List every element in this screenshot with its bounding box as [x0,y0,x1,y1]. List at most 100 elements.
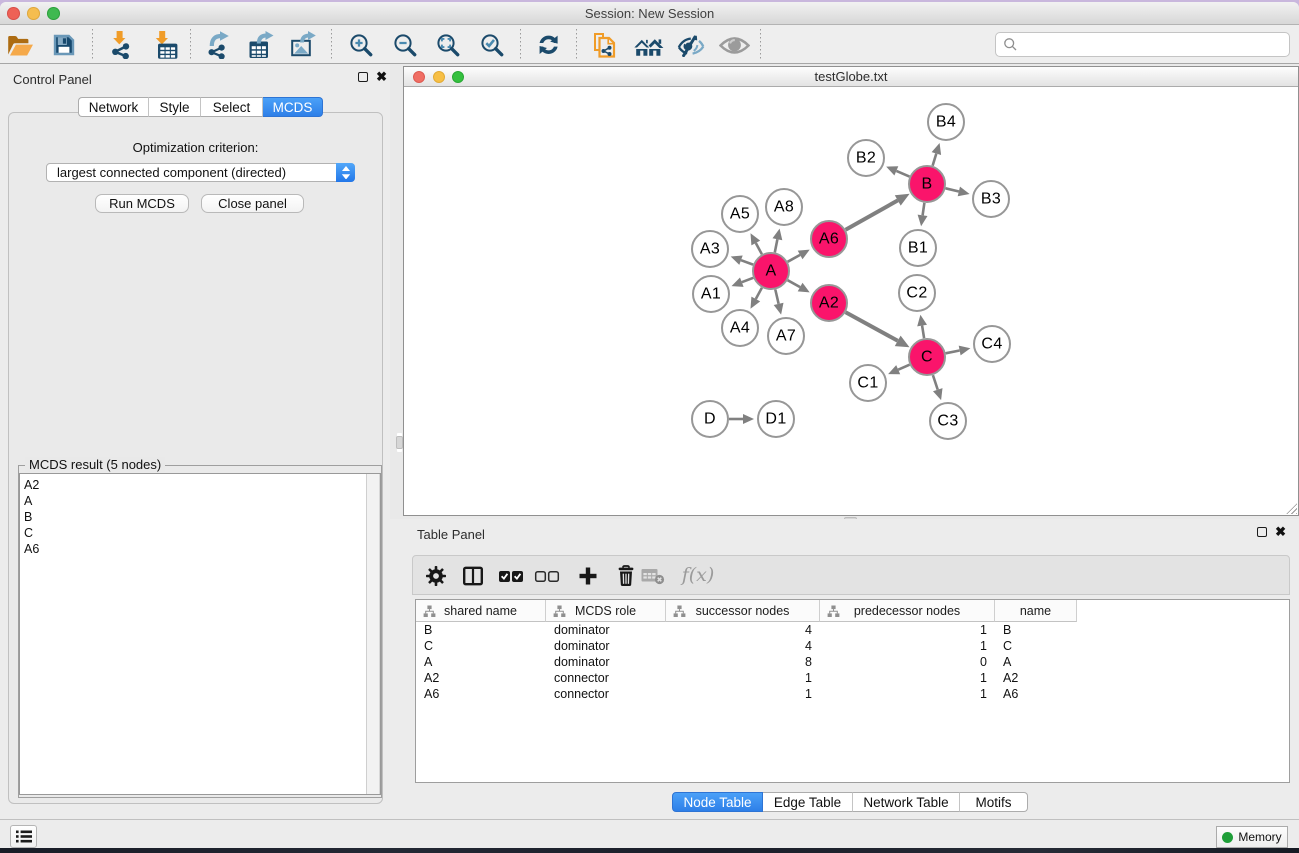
mcds-result-list[interactable]: A2ABCA6 [19,473,381,795]
task-history-button[interactable] [10,825,37,848]
search-input[interactable] [1018,36,1289,53]
open-session-button[interactable] [3,30,37,60]
column-header-successor-nodes[interactable]: successor nodes [666,600,820,622]
edge-B-B2[interactable] [896,171,909,177]
import-table-button[interactable] [147,30,181,60]
graph-node-B[interactable]: B [909,166,945,202]
edge-B-B1[interactable] [923,203,925,216]
edge-C-C2[interactable] [922,326,924,339]
graph-node-C[interactable]: C [909,339,945,375]
graph-node-A[interactable]: A [753,253,789,289]
table-options-button[interactable] [421,561,451,591]
mcds-result-item[interactable]: A2 [20,477,380,493]
edge-A-A4[interactable] [756,288,762,299]
export-network-button[interactable] [201,30,235,60]
table-cell[interactable]: A [416,654,546,670]
refresh-button[interactable] [532,30,566,60]
show-columns-button[interactable] [458,561,488,591]
hide-selected-button[interactable] [674,30,708,60]
graph-node-A6[interactable]: A6 [811,221,847,257]
graph-node-C3[interactable]: C3 [930,403,966,439]
mcds-result-item[interactable]: C [20,525,380,541]
network-canvas[interactable]: AA6A2BCA5A8A3A1A4A7B2B4B3B1C2C4C1C3DD1 [404,88,1298,515]
node-table[interactable]: shared name MCDS role successor nodes pr… [415,599,1290,783]
table-cell[interactable]: 1 [666,670,820,686]
table-cell[interactable]: dominator [546,654,666,670]
table-tab-edge-table[interactable]: Edge Table [763,792,853,812]
graph-node-A3[interactable]: A3 [692,231,728,267]
graph-node-C4[interactable]: C4 [974,326,1010,362]
control-panel-tab-style[interactable]: Style [149,97,201,117]
table-cell[interactable]: 1 [820,686,995,702]
import-network-button[interactable] [103,30,137,60]
float-panel-icon[interactable] [358,72,368,82]
table-cell[interactable]: A6 [995,686,1077,702]
table-cell[interactable]: C [995,638,1077,654]
graph-node-A1[interactable]: A1 [693,276,729,312]
edge-B-B3[interactable] [946,188,959,191]
graph-node-D1[interactable]: D1 [758,401,794,437]
table-cell[interactable]: connector [546,670,666,686]
table-cell[interactable]: A2 [995,670,1077,686]
table-cell[interactable]: C [416,638,546,654]
mcds-result-item[interactable]: A [20,493,380,509]
edge-C-C1[interactable] [898,365,909,370]
table-cell[interactable]: 8 [666,654,820,670]
graph-node-C2[interactable]: C2 [899,275,935,311]
table-cell[interactable]: 4 [666,638,820,654]
control-panel-tab-select[interactable]: Select [201,97,263,117]
table-cell[interactable]: 1 [820,622,995,638]
table-cell[interactable]: dominator [546,622,666,638]
edge-A2-C[interactable] [846,312,898,341]
float-table-panel-icon[interactable] [1257,527,1267,537]
export-table-button[interactable] [244,30,278,60]
edge-A6-B[interactable] [846,200,898,229]
table-cell[interactable]: dominator [546,638,666,654]
edge-C-C4[interactable] [946,351,960,354]
column-header-shared-name[interactable]: shared name [416,600,546,622]
table-cell[interactable]: A2 [416,670,546,686]
control-panel-tab-mcds[interactable]: MCDS [263,97,323,117]
show-all-button[interactable] [717,30,751,60]
table-cell[interactable]: 0 [820,654,995,670]
criterion-dropdown[interactable]: largest connected component (directed) [46,163,355,182]
create-column-button[interactable] [573,561,603,591]
edge-B-B4[interactable] [933,154,937,166]
edge-A-A2[interactable] [788,280,801,287]
column-header-predecessor-nodes[interactable]: predecessor nodes [820,600,995,622]
graph-node-B1[interactable]: B1 [900,230,936,266]
table-cell[interactable]: connector [546,686,666,702]
result-scrollbar[interactable] [366,474,380,794]
zoom-out-button[interactable] [388,30,422,60]
zoom-fit-button[interactable] [431,30,465,60]
home-button[interactable] [631,30,665,60]
table-cell[interactable]: B [995,622,1077,638]
column-header-name[interactable]: name [995,600,1077,622]
graph-node-A8[interactable]: A8 [766,189,802,225]
column-header-MCDS-role[interactable]: MCDS role [546,600,666,622]
table-row[interactable]: A2connector11A2 [416,670,1289,686]
graph-node-B3[interactable]: B3 [973,181,1009,217]
graph-node-D[interactable]: D [692,401,728,437]
close-panel-button[interactable]: Close panel [201,194,304,213]
mcds-result-item[interactable]: A6 [20,541,380,557]
graph-node-A4[interactable]: A4 [722,310,758,346]
control-panel-tab-network[interactable]: Network [78,97,149,117]
edge-C-C3[interactable] [933,375,938,390]
table-cell[interactable]: A6 [416,686,546,702]
graph-node-A5[interactable]: A5 [722,196,758,232]
table-cell[interactable]: 1 [820,638,995,654]
splitpane-knob[interactable] [396,436,403,449]
close-table-panel-icon[interactable]: ✖ [1275,527,1286,537]
table-cell[interactable]: B [416,622,546,638]
edge-A-A8[interactable] [775,239,778,252]
table-row[interactable]: Bdominator41B [416,622,1289,638]
table-tab-node-table[interactable]: Node Table [672,792,763,812]
close-panel-icon[interactable]: ✖ [376,72,387,82]
search-box[interactable] [995,32,1290,57]
graph-node-C1[interactable]: C1 [850,365,886,401]
export-image-button[interactable] [286,30,320,60]
zoom-selected-button[interactable] [475,30,509,60]
edge-A-A3[interactable] [741,260,753,264]
graph-node-A7[interactable]: A7 [768,318,804,354]
